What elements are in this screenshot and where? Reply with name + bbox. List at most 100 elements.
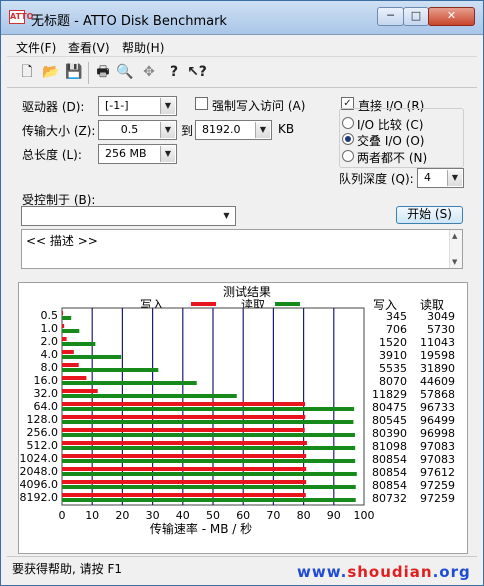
title-bar[interactable]: ATTO 无标题 - ATTO Disk Benchmark ─ □ ✕ [1,1,483,35]
y-tick-label: 32.0 [34,387,59,400]
close-button[interactable]: ✕ [428,7,475,26]
y-tick-label: 1024.0 [20,452,59,465]
read-bar [62,329,80,333]
context-help-icon[interactable]: ↖? [187,62,207,82]
x-tick-label: 100 [354,509,375,522]
read-value: 96733 [420,401,455,414]
read-bar [62,459,356,463]
print-preview-icon[interactable]: 🔍 [115,62,135,82]
chevron-down-icon: ▼ [160,146,175,162]
write-bar [62,454,307,458]
legend-read-swatch [275,302,300,306]
menu-view[interactable]: 查看(V) [68,39,110,56]
minimize-button[interactable]: ─ [377,7,404,26]
write-value: 5535 [379,362,407,375]
print-icon[interactable]: 🖶 [93,62,113,82]
y-tick-label: 1.0 [41,322,59,335]
site-watermark: www.shoudian.org [297,563,471,581]
menu-bar: 文件(F) 查看(V) 帮助(H) [7,35,477,57]
write-value: 81098 [372,440,407,453]
write-value: 80475 [372,401,407,414]
write-bar [62,493,306,497]
y-tick-label: 8.0 [41,361,59,374]
write-bar [62,415,306,419]
new-file-icon[interactable]: 🗋 [17,62,37,82]
total-length-select[interactable]: 256 MB ▼ [98,144,177,164]
app-window: ATTO 无标题 - ATTO Disk Benchmark ─ □ ✕ 文件(… [0,0,484,586]
write-bar [62,441,307,445]
y-tick-label: 4096.0 [20,478,59,491]
total-length-label: 总长度 (L): [22,148,82,162]
toolbar: 🗋 📂 💾 🖶 🔍 ✥ ? ↖? [7,57,477,88]
results-panel: 测试结果 写入 读取 写入 读取 0 10 20 30 40 50 60 70 80 90 100 0… [18,282,468,554]
y-tick-label: 2048.0 [20,465,59,478]
controlled-by-select[interactable]: ▼ [21,206,236,226]
y-tick-label: 16.0 [34,374,59,387]
start-button[interactable]: 开始 (S) [396,206,463,224]
x-tick-label: 10 [85,509,99,522]
queue-depth-select[interactable]: 4 ▼ [417,168,464,188]
watermark-suffix: .org [432,563,471,581]
maximize-button[interactable]: □ [403,7,429,26]
x-tick-label: 80 [297,509,311,522]
write-value: 11829 [372,388,407,401]
read-value: 97083 [420,453,455,466]
chevron-down-icon: ▼ [447,170,462,186]
window-title: 无标题 - ATTO Disk Benchmark [31,14,227,29]
watermark-site: shoudian [347,563,433,581]
chevron-down-icon: ▼ [219,208,234,224]
toolbar-separator [88,62,89,84]
force-write-label: 强制写入访问 (A) [212,99,306,113]
menu-file[interactable]: 文件(F) [16,39,56,56]
x-tick-label: 50 [206,509,220,522]
move-icon[interactable]: ✥ [139,62,159,82]
chevron-down-icon: ▼ [160,98,175,114]
read-value: 5730 [427,323,455,336]
scroll-down-icon[interactable]: ▼ [452,258,457,266]
description-box[interactable]: << 描述 >> ▲ ▼ [21,229,463,269]
drive-label: 驱动器 (D): [22,100,85,114]
overlap-io-radio[interactable] [342,133,354,145]
write-value: 80854 [372,453,407,466]
write-bar [62,428,305,432]
menu-help[interactable]: 帮助(H) [122,39,164,56]
io-compare-label: I/O 比较 (C) [357,118,424,132]
write-value: 80854 [372,479,407,492]
neither-radio[interactable] [342,150,354,162]
transfer-to-select[interactable]: 8192.0 ▼ [195,120,272,140]
write-value: 80390 [372,427,407,440]
y-tick-label: 4.0 [41,348,59,361]
legend-write-swatch [191,302,216,306]
y-tick-label: 256.0 [27,426,59,439]
write-bar [62,376,87,380]
read-bar [62,498,356,502]
read-bar [62,368,159,372]
scroll-up-icon[interactable]: ▲ [452,232,457,240]
transfer-from-value: 0.5 [120,123,139,136]
app-logo-icon: ATTO [9,10,33,24]
save-icon[interactable]: 💾 [64,62,84,82]
read-bar [62,420,354,424]
help-icon[interactable]: ? [164,62,184,82]
chevron-down-icon: ▼ [160,122,175,138]
y-tick-label: 128.0 [27,413,59,426]
write-bar [62,363,79,367]
y-tick-label: 2.0 [41,335,59,348]
transfer-from-select[interactable]: 0.5 ▼ [98,120,177,140]
x-tick-label: 70 [266,509,280,522]
total-length-value: 256 MB [105,147,147,160]
description-scrollbar[interactable]: ▲ ▼ [449,230,462,268]
read-value: 11043 [420,336,455,349]
drive-value: [-1-] [105,99,129,112]
write-bar [62,389,98,393]
read-bar [62,433,355,437]
force-write-checkbox[interactable] [195,97,208,110]
neither-label: 两者都不 (N) [357,151,428,165]
write-bar [62,311,64,315]
open-folder-icon[interactable]: 📂 [41,62,61,82]
drive-select[interactable]: [-1-] ▼ [98,96,177,116]
read-bar [62,381,197,385]
write-value: 80854 [372,466,407,479]
write-value: 1520 [379,336,407,349]
io-compare-radio[interactable] [342,117,354,129]
